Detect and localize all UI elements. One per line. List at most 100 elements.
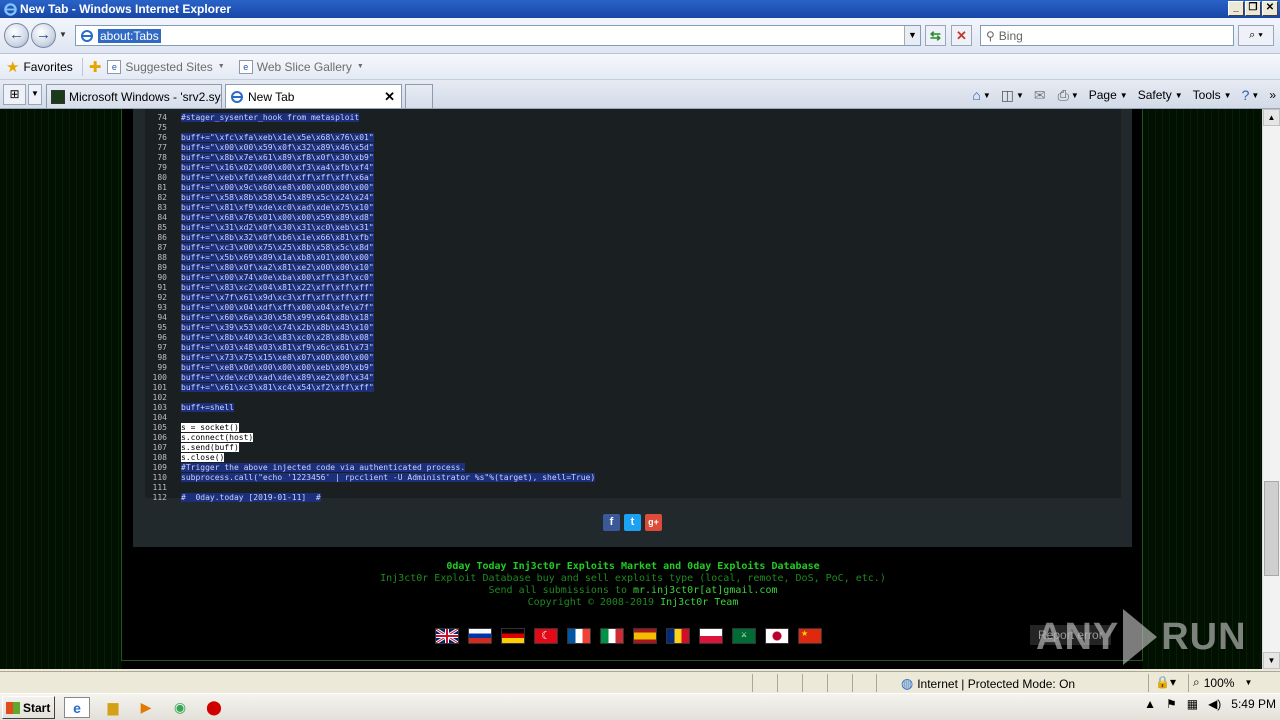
flag-poland-icon[interactable] [699,628,723,644]
zoom-control[interactable]: ⌕ 100% ▼ [1193,675,1252,690]
action-center-flag-icon[interactable]: ⚑ [1166,697,1177,711]
taskbar-explorer-button[interactable]: ▆ [102,697,124,718]
tools-menu[interactable]: Tools ▼ [1193,88,1232,102]
status-divider [752,674,753,692]
restore-button[interactable]: ❐ [1245,1,1261,16]
refresh-button[interactable]: ⇆ [925,25,946,46]
submissions-text: Send all submissions to [488,585,633,596]
status-bar: ◍ Internet | Protected Mode: On 🔒▾ ⌕ 100… [0,671,1280,693]
flag-russia-icon[interactable] [468,628,492,644]
ie-icon: e [73,699,81,716]
exploit-code-block[interactable]: 74 #stager_sysenter_hook from metasploit 7… [145,109,1121,502]
code-line: 95 buff+="\x39\x53\x0c\x74\x2b\x8b\x43\x1… [145,323,1121,333]
code-text: buff+="\x8b\x40\x3c\x83\xc0\x28\x8b\x08" [181,333,374,342]
code-text: buff+="\x80\x0f\xa2\x81\xe2\x00\x00\x10" [181,263,374,272]
safety-menu[interactable]: Safety ▼ [1138,88,1183,102]
close-window-button[interactable]: ✕ [1262,1,1278,16]
clock[interactable]: 5:49 PM [1231,697,1276,711]
taskbar-chrome-button[interactable]: ◉ [169,697,191,718]
scrollbar-thumb[interactable] [1264,481,1279,576]
footer-submissions: Send all submissions to mr.inj3ct0r[at]g… [122,585,1144,597]
code-line: 111 [145,483,1121,493]
tab-list-button[interactable]: ▼ [28,84,42,105]
page-menu[interactable]: Page ▼ [1089,88,1128,102]
stop-button[interactable]: ✕ [951,25,972,46]
twitter-share-icon[interactable]: t [624,514,641,531]
tab-microsoft-windows[interactable]: Microsoft Windows - 'srv2.sy... [46,84,222,108]
line-number: 111 [152,483,167,492]
line-number: 85 [157,223,167,232]
code-line: 86 buff+="\x8b\x32\x0f\xb6\x1e\x66\x81\xf… [145,233,1121,243]
close-tab-icon[interactable]: ✕ [384,89,395,105]
forward-button[interactable]: → [31,23,56,48]
flag-turkey-icon[interactable]: ☾ [534,628,558,644]
favorites-button[interactable]: ★ Favorites [6,58,73,76]
search-button[interactable]: ⌕ ▾ [1238,25,1274,46]
protected-mode-icon[interactable]: 🔒▾ [1155,675,1176,689]
code-text: buff+="\x8b\x7e\x61\x89\xf8\x0f\x30\xb9" [181,153,374,162]
scroll-up-arrow-icon[interactable]: ▲ [1263,109,1280,126]
scroll-down-arrow-icon[interactable]: ▼ [1263,652,1280,669]
stop-icon: ✕ [956,28,967,43]
taskbar-security-app-button[interactable]: ⬤ [203,697,225,718]
code-text: buff+="\xeb\xfd\xe8\xdd\xff\xff\xff\x6a" [181,173,374,182]
tray-expand-icon[interactable]: ▲ [1144,697,1156,711]
flag-italy-icon[interactable] [600,628,624,644]
address-bar[interactable]: about:Tabs ▼ [75,25,921,46]
taskbar-ie-button[interactable]: e [64,697,90,718]
address-dropdown-icon[interactable]: ▼ [904,26,920,45]
start-button[interactable]: Start [2,696,55,719]
new-tab-button[interactable] [405,84,433,108]
flag-germany-icon[interactable] [501,628,525,644]
search-box[interactable]: ⚲ Bing [980,25,1234,46]
chevron-down-icon: ▼ [356,63,364,70]
web-slice-gallery-link[interactable]: e Web Slice Gallery ▼ [238,59,364,74]
google-plus-share-icon[interactable]: g+ [645,514,662,531]
flag-spain-icon[interactable] [633,628,657,644]
submissions-email-link[interactable]: mr.inj3ct0r[at]gmail.com [633,585,778,596]
flag-china-icon[interactable]: ★ [798,628,822,644]
quick-tabs-button[interactable]: ⊞ [3,84,26,105]
flag-uk-icon[interactable] [435,627,459,645]
line-number: 89 [157,263,167,272]
facebook-share-icon[interactable]: f [603,514,620,531]
flag-france-icon[interactable] [567,628,591,644]
flag-romania-icon[interactable] [666,628,690,644]
main-content-box: 74 #stager_sysenter_hook from metasploit 7… [121,109,1143,661]
security-zone[interactable]: ◍ Internet | Protected Mode: On [901,675,1075,692]
code-line: 77 buff+="\x00\x00\x59\x0f\x32\x89\x46\x5… [145,143,1121,153]
page-ie-icon [81,29,93,42]
back-arrow-icon: ← [9,26,24,43]
network-icon[interactable]: ▦ [1187,697,1198,711]
code-line: 112 # 0day.today [2019-01-11] # [145,493,1121,503]
volume-icon[interactable]: ◀) [1208,697,1221,711]
help-menu[interactable]: ? ▼ [1242,87,1260,103]
flag-saudi-arabia-icon[interactable]: ⚔ [732,628,756,644]
print-button[interactable]: ⎙ ▼ [1058,87,1079,104]
tab-new-tab[interactable]: New Tab ✕ [225,84,402,108]
vertical-scrollbar[interactable]: ▲ ▼ [1262,109,1280,669]
toolbar-overflow-button[interactable]: » [1269,88,1276,102]
system-tray: ▲ ⚑ ▦ ◀) 5:49 PM [1144,697,1276,711]
line-number: 83 [157,203,167,212]
feeds-button[interactable]: ◫ ▼ [1001,87,1024,104]
code-line: 81 buff+="\x00\x9c\x60\xe8\x00\x00\x00\x0… [145,183,1121,193]
search-input[interactable]: Bing [999,29,1023,43]
home-button[interactable]: ⌂ ▼ [972,87,990,103]
flag-japan-icon[interactable] [765,628,789,644]
team-link[interactable]: Inj3ct0r Team [660,597,738,608]
address-input[interactable]: about:Tabs [98,28,161,43]
code-line: 94 buff+="\x60\x6a\x30\x58\x99\x64\x8b\x1… [145,313,1121,323]
taskbar-media-player-button[interactable]: ▶ [135,697,157,718]
footer-title: 0day Today Inj3ct0r Exploits Market and … [446,561,820,572]
suggested-sites-link[interactable]: e Suggested Sites ▼ [107,59,225,74]
read-mail-button[interactable]: ✉ [1034,87,1048,104]
add-to-favorites-icon[interactable]: ✚ [89,58,102,76]
navigation-bar: ← → ▼ about:Tabs ▼ ⇆ ✕ ⚲ Bing ⌕ ▾ [0,18,1280,54]
line-number: 97 [157,343,167,352]
recent-pages-dropdown-icon[interactable]: ▼ [59,30,67,39]
back-button[interactable]: ← [4,23,29,48]
line-number: 80 [157,173,167,182]
code-line: 91 buff+="\x83\xc2\x04\x81\x22\xff\xff\xf… [145,283,1121,293]
minimize-button[interactable]: _ [1228,1,1244,16]
